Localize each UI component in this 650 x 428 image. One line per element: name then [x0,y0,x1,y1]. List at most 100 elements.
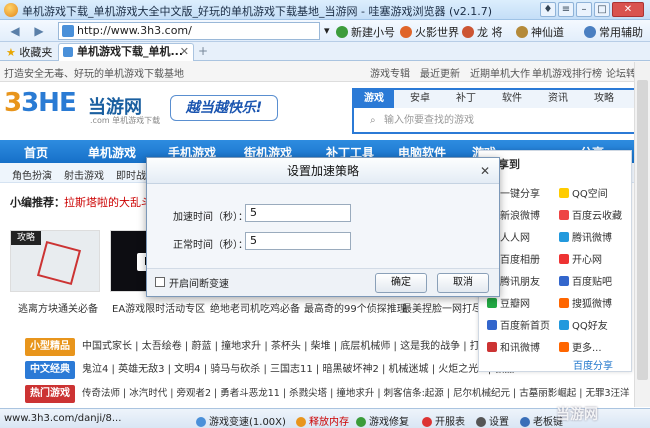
maximize-button[interactable]: □ [594,2,610,17]
interval-speed-checkbox[interactable] [155,277,165,287]
toolbar-link-naruto[interactable]: 火影世界 [400,24,459,40]
normal-time-input[interactable]: 5 [245,232,351,250]
logo-text: 3HE [21,88,77,118]
minimize-button[interactable]: – [576,2,592,17]
subnav-shooter[interactable]: 射击游戏 [64,167,104,182]
menu-button[interactable]: ≡ [558,2,574,17]
status-bar: www.3h3.com/danji/8... 游戏变速(1.00X) 释放内存 … [0,408,650,428]
accel-time-input[interactable]: 5 [245,204,351,222]
heart-icon [559,210,569,220]
top-link-forum[interactable]: 论坛转 [606,65,636,80]
top-link-new-games[interactable]: 近期单机大作 [470,65,530,80]
search-tabs: 游戏 安卓 补丁 软件 资讯 攻略 [354,90,634,108]
tab-close-icon[interactable]: ✕ [180,44,189,60]
address-dropdown-icon[interactable]: ▾ [324,24,330,37]
page-favicon-icon [62,25,74,37]
site-slogan: 越当越快乐! [170,95,278,121]
douban-icon [487,298,497,308]
section-label-small-games: 小型精品 [25,338,75,356]
favorites-button[interactable]: ★ 收藏夹 [6,44,52,60]
back-button[interactable]: ◀ [6,23,24,39]
tab-bar: ★ 收藏夹 单机游戏下载_单机... ✕ + [0,42,650,61]
search-tab-patch[interactable]: 补丁 [446,90,486,108]
top-link-updates[interactable]: 最近更新 [420,65,460,80]
tab-favicon-icon [63,47,73,57]
page-scrollbar[interactable] [634,62,650,407]
section-label-hot: 热门游戏 [25,385,75,403]
top-link-ranking[interactable]: 单机游戏排行榜 [532,65,602,80]
free-memory-button[interactable]: 释放内存 [296,413,349,428]
share-baidu-cloud[interactable]: 百度云收藏 [559,207,622,222]
memory-icon [296,417,306,427]
game-repair-button[interactable]: 游戏修复 [356,413,409,428]
cancel-button[interactable]: 取消 [437,273,489,293]
new-tab-button[interactable]: + [198,44,208,58]
site-tagline: 打造安全无毒、好玩的单机游戏下载基地 [4,69,184,80]
caption-3[interactable]: 绝地老司机吃鸡必备 [210,300,300,315]
site-logo[interactable]: 33HE [4,88,77,118]
scrollbar-thumb[interactable] [637,80,648,380]
top-link-albums[interactable]: 游戏专辑 [370,65,410,80]
share-sohu-weibo[interactable]: 搜狐微博 [559,295,612,310]
section-items-classics[interactable]: 鬼泣4 | 英雄无敌3 | 文明4 | 骑马与砍杀 | 三国志11 | 暗黑破坏… [82,361,514,379]
toolbar-link-new-account[interactable]: 新建小号 [336,24,395,40]
search-tab-news[interactable]: 资讯 [538,90,578,108]
caption-2[interactable]: EA游戏限时活动专区 [112,300,205,315]
caption-4[interactable]: 最高奇的99个侦探推理 [304,300,407,315]
tab-active[interactable]: 单机游戏下载_单机... ✕ [58,43,194,61]
dialog-footer: 开启间断变速 确定 取消 [147,268,499,296]
tieba-icon [559,276,569,286]
share-qzone[interactable]: QQ空间 [559,185,608,200]
settings-button[interactable]: 设置 [476,413,509,428]
share-qq-friend[interactable]: QQ好友 [559,317,608,332]
share-tieba[interactable]: 百度贴吧 [559,273,612,288]
tab-title: 单机游戏下载_单机... [77,45,184,58]
window-titlebar: 单机游戏下载_单机游戏大全中文版_好玩的单机游戏下载基地_当游网 - 哇塞游戏浏… [0,0,650,20]
status-url: www.3h3.com/danji/8... [4,413,122,424]
site-search-input[interactable]: ⌕ 输入你要查找的游戏 [370,112,630,130]
address-bar[interactable]: http://www.3h3.com/ [58,22,320,40]
share-douban[interactable]: 豆瓣网 [487,295,530,310]
caption-1[interactable]: 逃离方块通关必备 [18,300,98,315]
server-list-button[interactable]: 开服表 [422,413,465,428]
search-tab-guides[interactable]: 攻略 [584,90,624,108]
site-top-strip: 打造安全无毒、好玩的单机游戏下载基地 游戏专辑 最近更新 近期单机大作 单机游戏… [0,61,650,82]
share-tencent-weibo[interactable]: 腾讯微博 [559,229,612,244]
skin-button[interactable]: ♦ [540,2,556,17]
ok-button[interactable]: 确定 [375,273,427,293]
toolbar-link-tools[interactable]: 常用辅助 [584,24,643,40]
nav-pc-games[interactable]: 单机游戏 [88,144,136,161]
hexun-icon [487,342,497,352]
dialog-close-icon[interactable]: ✕ [477,163,493,179]
nav-home[interactable]: 首页 [24,144,48,161]
kaixin-icon [559,254,569,264]
section-items-hot[interactable]: 传奇法师 | 冰汽时代 | 旁观者2 | 勇者斗恶龙11 | 杀戮尖塔 | 撞地… [82,385,630,403]
search-tab-android[interactable]: 安卓 [400,90,440,108]
search-tab-games[interactable]: 游戏 [354,90,394,108]
accel-time-label: 加速时间（秒）： [173,212,248,223]
tencent-icon [559,232,569,242]
user-icon [336,26,348,38]
subnav-rpg[interactable]: 角色扮演 [12,167,52,182]
share-hexun[interactable]: 和讯微博 [487,339,540,354]
address-url: http://www.3h3.com/ [77,24,192,37]
share-kaixin[interactable]: 开心网 [559,251,602,266]
forward-button[interactable]: ▶ [30,23,48,39]
search-icon: ⌕ [370,115,376,126]
caption-5[interactable]: 最美捏脸一网打尽 [402,300,482,315]
cube-icon [36,240,82,286]
share-baidu-home[interactable]: 百度新首页 [487,317,550,332]
close-window-button[interactable]: ✕ [612,2,644,17]
interval-speed-label: 开启间断变速 [169,279,229,290]
share-more[interactable]: 更多... [559,339,602,354]
toolbar-link-longjiang[interactable]: 龙 将 [462,24,503,40]
baidu-share-link[interactable]: 百度分享 [573,357,613,372]
game-speed-button[interactable]: 游戏变速(1.00X) [196,413,286,428]
toolbar-link-shenxiandao[interactable]: 神仙道 [516,24,564,40]
section-items-small-games[interactable]: 中国式家长 | 太吾绘卷 | 蔚蓝 | 撞地求升 | 茶杯头 | 柴堆 | 底层… [82,338,500,356]
navigation-bar: ◀ ▶ http://www.3h3.com/ ▾ 新建小号 火影世界 龙 将 … [0,20,650,42]
thumb-escape-cube[interactable]: 攻略 [10,230,100,292]
recommend-label: 小编推荐： [10,196,65,209]
search-tab-software[interactable]: 软件 [492,90,532,108]
calendar-icon [422,417,432,427]
